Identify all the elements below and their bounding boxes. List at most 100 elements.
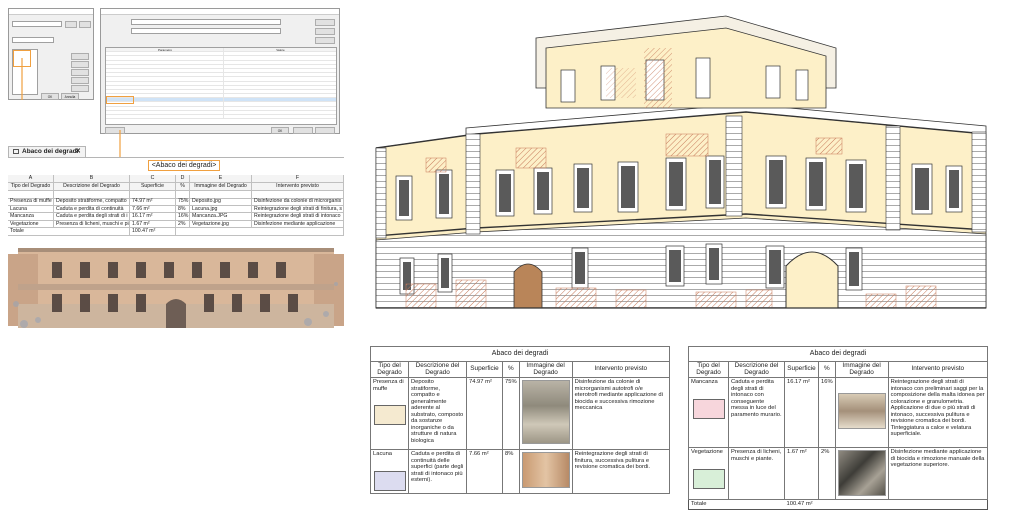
total-label: Totale [8,228,130,236]
cell-immagine [518,377,573,450]
header-intervento: Intervento previsto [571,361,671,378]
fields-dialog-titlebar [9,9,93,15]
col-letter-a[interactable]: A [8,175,54,183]
col-letter-c[interactable]: C [130,175,176,183]
header-intervento[interactable]: Intervento previsto [252,183,344,191]
cell-superficie: 74.97 m² [466,377,503,450]
close-icon[interactable]: ✕ [75,147,81,157]
total-value: 100.47 m² [786,501,813,507]
table-row[interactable]: Vegetazione Presenza di licheni, muschi … [8,220,344,228]
header-valore: Valore [276,48,285,52]
fields-search-input[interactable] [12,37,54,43]
fields-down-button[interactable] [71,77,89,84]
cell-percent: 16% [818,377,836,448]
family-dropdown[interactable] [131,19,281,25]
cell-tipo: Mancanza [688,377,729,448]
duplicate-button[interactable] [315,28,335,35]
properties-apply-button[interactable] [315,127,335,134]
table-row: Presenza di muffe Deposito stratiforme, … [370,377,671,450]
total-value: 100.47 m² [130,228,176,236]
properties-ok-button[interactable]: OK [271,127,289,134]
preview-button[interactable] [105,127,125,134]
cell-intervento: Disinfezione mediante applicazione di bi… [887,447,989,500]
fields-ok-button[interactable]: OK [41,93,59,100]
header-parametro: Parametro [106,48,224,52]
cell-immagine [518,449,573,494]
degradation-table-right: Abaco dei degradi Tipo del Degrado Descr… [688,346,989,510]
header-tipo: Tipo del Degrado [370,361,409,378]
table-header-row: Tipo del Degrado Descrizione del Degrado… [370,361,671,378]
cell-immagine [834,447,889,500]
fields-filter-button[interactable] [65,21,77,28]
total-label: Totale [691,501,707,507]
type-dropdown[interactable] [131,28,281,34]
properties-dialog-titlebar [101,9,339,15]
header-percent[interactable]: % [176,183,190,191]
header-percent: % [818,361,836,378]
legend-swatch-lacuna [373,470,406,491]
header-descrizione: Descrizione del Degrado [728,361,785,378]
cell-immagine [834,377,889,448]
legend-swatch-vegetazione [692,468,725,489]
building-model-view [366,8,1006,338]
table-caption: Abaco dei degradi [370,346,670,362]
table-row[interactable]: Mancanza Caduta e perdita degli strati d… [8,213,344,221]
header-descrizione[interactable]: Descrizione del Degrado [54,183,130,191]
fields-remove-button[interactable] [71,61,89,68]
header-intervento: Intervento previsto [887,361,989,378]
schedule-column-letters: A B C D E F [8,175,344,183]
header-superficie: Superficie [784,361,819,378]
schedule-total-row: Totale 100.47 m² [8,228,344,236]
col-letter-f[interactable]: F [252,175,344,183]
param-row[interactable] [106,115,336,120]
properties-cancel-button[interactable] [293,127,313,134]
fields-category-dropdown[interactable] [12,21,62,27]
col-letter-d[interactable]: D [176,175,190,183]
degrado-photo-muffe [521,380,570,444]
table-total-row: Totale 100.47 m² [689,500,988,510]
table-header-row: Tipo del Degrado Descrizione del Degrado… [688,361,989,378]
cell-percent: 2% [818,447,836,500]
header-immagine[interactable]: Immagine del Degrado [190,183,252,191]
fields-up-button[interactable] [71,69,89,76]
type-parameters-table[interactable]: Parametro Valore [105,47,337,125]
schedule-tab[interactable]: Abaco dei degradi ✕ [8,146,86,157]
header-superficie[interactable]: Superficie [130,183,176,191]
pointcloud-facade-photo [8,244,344,334]
header-descrizione: Descrizione del Degrado [408,361,467,378]
cell-descrizione: Caduta e perdita di continuità delle sup… [408,449,467,494]
table-row: Vegetazione Presenza di licheni, muschi … [688,447,989,500]
table-caption: Abaco dei degradi [688,346,988,362]
cell-intervento: Reintegrazione degli strati di finitura,… [571,449,671,494]
degrado-params-highlight [106,96,134,104]
col-letter-e[interactable]: E [190,175,252,183]
load-button[interactable] [315,19,335,26]
table-row: Lacuna Caduta e perdita di continuità de… [370,449,671,494]
cell-descrizione: Deposito stratiforme, compatto e general… [408,377,467,450]
cell-descrizione: Caduta e perdita degli strati di intonac… [728,377,785,448]
cell-tipo: Vegetazione [688,447,729,500]
cell-intervento: Reintegrazione degli strati di intonaco … [887,377,989,448]
table-row[interactable]: Presenza di muffe Deposito stratiforme, … [8,198,344,206]
header-superficie: Superficie [466,361,503,378]
header-percent: % [502,361,520,378]
degrado-photo-lacuna [521,452,570,488]
col-letter-b[interactable]: B [54,175,130,183]
fields-edit-button[interactable] [71,85,89,92]
selected-fields-highlight [13,50,31,67]
header-tipo[interactable]: Tipo del Degrado [8,183,54,191]
table-row[interactable]: Lacuna Caduta e perdita di continuità 7.… [8,205,344,213]
fields-cancel-button[interactable]: Annulla [61,93,79,100]
legend-swatch-mancanza [692,398,725,419]
rename-button[interactable] [315,37,335,44]
degradation-table-left: Abaco dei degradi Tipo del Degrado Descr… [370,346,671,494]
degrado-photo-mancanza [837,393,886,429]
header-tipo: Tipo del Degrado [688,361,729,378]
fields-add-button[interactable] [71,53,89,60]
fields-new-button[interactable] [79,21,91,28]
cell-intervento: Disinfezione da colonie di microrganismi… [571,377,671,450]
schedule-header-row: Tipo del Degrado Descrizione del Degrado… [8,183,344,191]
cell-superficie: 16.17 m² [784,377,819,448]
cell-percent: 75% [502,377,520,450]
schedule-tab-icon [13,148,19,154]
